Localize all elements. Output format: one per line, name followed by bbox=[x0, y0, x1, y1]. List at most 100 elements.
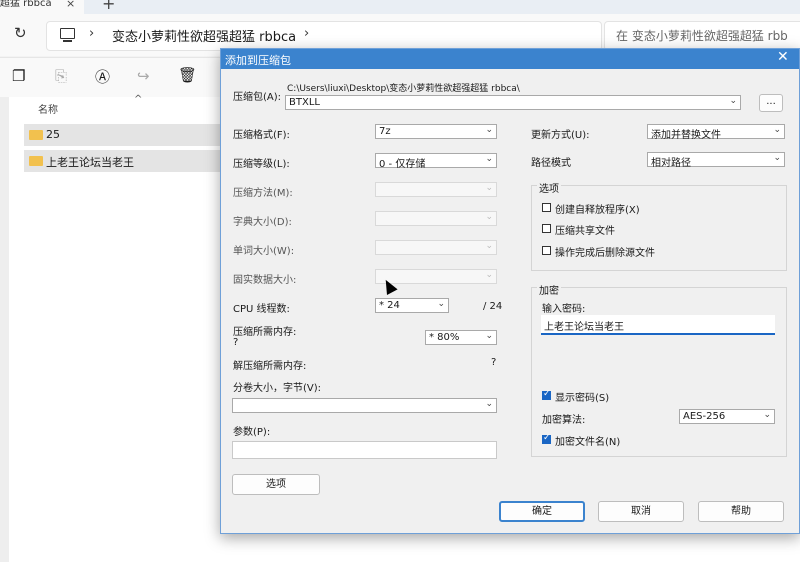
tab-bar bbox=[0, 0, 800, 14]
shared-files-checkbox[interactable] bbox=[542, 224, 551, 233]
password-label: 输入密码: bbox=[542, 304, 586, 315]
delete-after-checkbox[interactable] bbox=[542, 246, 551, 255]
encrypt-names-label: 加密文件名(N) bbox=[555, 437, 621, 448]
chevron-down-icon: ⌄ bbox=[485, 331, 493, 341]
folder-icon bbox=[29, 130, 43, 140]
params-label: 参数(P): bbox=[233, 427, 271, 438]
encryption-method-value: AES-256 bbox=[683, 411, 726, 422]
breadcrumb[interactable]: 变态小萝莉性欲超强超猛 rbbca bbox=[112, 26, 296, 45]
encryption-group-title: 加密 bbox=[537, 282, 561, 297]
method-label: 压缩方法(M): bbox=[233, 188, 293, 199]
chevron-right-icon: › bbox=[89, 26, 95, 41]
update-label: 更新方式(U): bbox=[531, 130, 590, 141]
list-item[interactable]: 上老王论坛当老王 bbox=[24, 150, 224, 172]
format-value: 7z bbox=[379, 126, 391, 137]
path-mode-select[interactable]: 相对路径 ⌄ bbox=[647, 152, 785, 169]
delete-after-label: 操作完成后删除源文件 bbox=[555, 248, 655, 259]
new-tab-icon[interactable]: + bbox=[102, 0, 115, 13]
chevron-down-icon: ⌄ bbox=[773, 153, 781, 163]
chevron-down-icon: ⌄ bbox=[485, 270, 493, 280]
browse-button[interactable]: ... bbox=[759, 94, 783, 112]
show-password-label: 显示密码(S) bbox=[555, 393, 610, 404]
delete-icon[interactable]: 🗑 bbox=[178, 66, 197, 84]
encrypt-names-checkbox[interactable] bbox=[542, 433, 551, 444]
help-button[interactable]: 帮助 bbox=[698, 501, 784, 522]
copy-icon[interactable]: ❐ bbox=[12, 67, 25, 85]
word-label: 单词大小(W): bbox=[233, 246, 295, 257]
chevron-down-icon: ⌄ bbox=[485, 125, 493, 135]
dialog-title-bar[interactable]: 添加到压缩包 ✕ bbox=[221, 49, 799, 69]
show-password-checkbox[interactable] bbox=[542, 389, 551, 400]
ok-button[interactable]: 确定 bbox=[499, 501, 585, 522]
folder-icon bbox=[29, 156, 43, 166]
update-select[interactable]: 添加并替换文件 ⌄ bbox=[647, 124, 785, 141]
chevron-down-icon: ⌄ bbox=[485, 241, 493, 251]
update-value: 添加并替换文件 bbox=[651, 130, 721, 141]
tab-close-icon[interactable]: × bbox=[66, 0, 75, 10]
rename-icon[interactable]: Ⓐ bbox=[95, 66, 110, 87]
memory-label: 压缩所需内存: bbox=[233, 327, 297, 338]
archive-name-value: BTXLL bbox=[289, 97, 320, 108]
chevron-down-icon: ⌄ bbox=[485, 399, 493, 409]
options-button[interactable]: 选项 bbox=[232, 474, 320, 495]
sfx-checkbox[interactable] bbox=[542, 203, 551, 212]
column-header-name[interactable]: 名称 bbox=[38, 101, 58, 116]
navigation-pane bbox=[0, 97, 9, 562]
computer-icon bbox=[60, 28, 75, 39]
chevron-down-icon: ⌄ bbox=[485, 183, 493, 193]
level-select[interactable]: 0 - 仅存储 ⌄ bbox=[375, 153, 497, 170]
cpu-total: / 24 bbox=[483, 301, 503, 312]
archive-name-combo[interactable]: BTXLL ⌄ bbox=[285, 95, 741, 110]
chevron-down-icon: ⌄ bbox=[485, 212, 493, 222]
dialog-title: 添加到压缩包 bbox=[225, 54, 291, 67]
level-label: 压缩等级(L): bbox=[233, 159, 290, 170]
shared-files-label: 压缩共享文件 bbox=[555, 226, 615, 237]
list-item-label: 25 bbox=[46, 128, 60, 141]
paste-icon[interactable]: ⎘ bbox=[55, 67, 67, 85]
options-group-title: 选项 bbox=[537, 180, 561, 195]
share-icon[interactable]: ↪ bbox=[137, 67, 150, 85]
format-select[interactable]: 7z ⌄ bbox=[375, 124, 497, 139]
encryption-method-select[interactable]: AES-256 ⌄ bbox=[679, 409, 775, 424]
chevron-down-icon: ⌄ bbox=[763, 410, 771, 420]
params-input[interactable] bbox=[232, 441, 497, 459]
chevron-down-icon: ⌄ bbox=[773, 125, 781, 135]
sort-caret-icon: ^ bbox=[134, 94, 143, 105]
memory-percent-select[interactable]: * 80% ⌄ bbox=[425, 330, 497, 345]
volume-label: 分卷大小，字节(V): bbox=[233, 383, 322, 394]
chevron-down-icon: ⌄ bbox=[485, 154, 493, 164]
decompress-memory-value: ? bbox=[491, 357, 497, 368]
list-item-label: 上老王论坛当老王 bbox=[46, 156, 134, 169]
path-mode-value: 相对路径 bbox=[651, 158, 691, 169]
memory-percent-value: * 80% bbox=[429, 332, 460, 343]
method-select[interactable]: ⌄ bbox=[375, 182, 497, 197]
chevron-right-icon: › bbox=[304, 26, 310, 41]
cpu-select[interactable]: * 24 ⌄ bbox=[375, 298, 449, 313]
level-value: 0 - 仅存储 bbox=[379, 159, 426, 170]
cpu-label: CPU 线程数: bbox=[233, 304, 290, 315]
password-value: 上老王论坛当老王 bbox=[544, 322, 624, 333]
chevron-down-icon: ⌄ bbox=[729, 96, 737, 106]
list-item[interactable]: 25 bbox=[24, 124, 224, 146]
archive-path: C:\Users\liuxi\Desktop\变态小萝莉性欲超强超猛 rbbca… bbox=[287, 84, 520, 94]
format-label: 压缩格式(F): bbox=[233, 130, 290, 141]
tab-title: 超猛 rbbca bbox=[0, 0, 52, 9]
volume-combo[interactable]: ⌄ bbox=[232, 398, 497, 413]
password-input[interactable]: 上老王论坛当老王 bbox=[541, 315, 775, 335]
cpu-value: * 24 bbox=[379, 300, 400, 311]
close-icon[interactable]: ✕ bbox=[777, 49, 789, 65]
encryption-method-label: 加密算法: bbox=[542, 415, 586, 426]
solid-label: 固实数据大小: bbox=[233, 275, 297, 286]
sfx-label: 创建自释放程序(X) bbox=[555, 205, 640, 216]
word-select[interactable]: ⌄ bbox=[375, 240, 497, 255]
decompress-memory-label: 解压缩所需内存: bbox=[233, 361, 307, 372]
add-to-archive-dialog: 添加到压缩包 ✕ 压缩包(A): C:\Users\liuxi\Desktop\… bbox=[220, 48, 800, 534]
path-mode-label: 路径模式 bbox=[531, 158, 571, 169]
search-placeholder: 在 变态小萝莉性欲超强超猛 rbb bbox=[616, 29, 788, 43]
refresh-icon[interactable]: ↻ bbox=[14, 24, 27, 42]
archive-label: 压缩包(A): bbox=[233, 92, 282, 103]
memory-value: ? bbox=[233, 337, 239, 348]
dict-label: 字典大小(D): bbox=[233, 217, 292, 228]
dict-select[interactable]: ⌄ bbox=[375, 211, 497, 226]
cancel-button[interactable]: 取消 bbox=[598, 501, 684, 522]
